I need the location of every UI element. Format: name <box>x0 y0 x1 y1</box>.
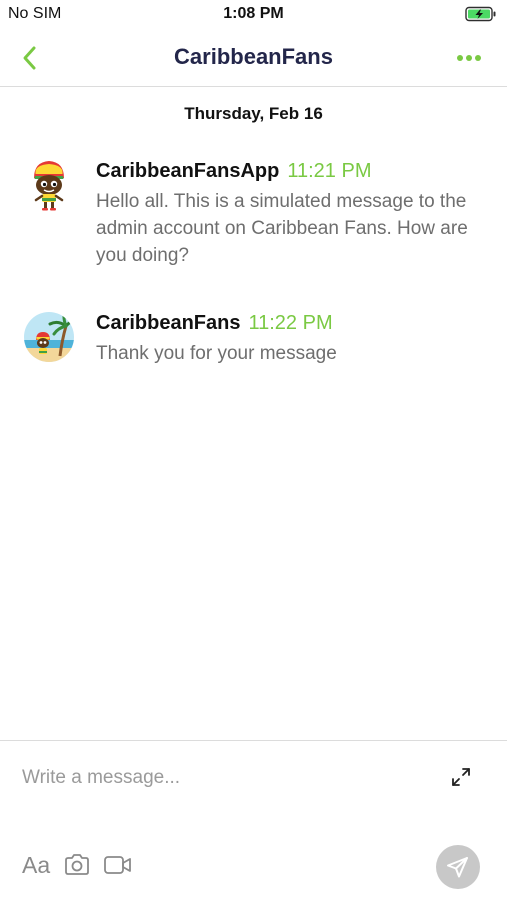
video-camera-icon <box>104 856 131 874</box>
message-timestamp: 11:21 PM <box>287 160 372 182</box>
clock-label: 1:08 PM <box>223 5 284 22</box>
date-divider: Thursday, Feb 16 <box>184 104 323 123</box>
rasta-character-avatar[interactable] <box>22 158 76 212</box>
message-input[interactable] <box>22 763 422 793</box>
message-body: CaribbeanFans 11:22 PM Thank you for your… <box>96 310 486 367</box>
more-options-button[interactable] <box>455 48 483 68</box>
video-button[interactable] <box>103 853 133 877</box>
message-text: Hello all. This is a simulated message t… <box>96 191 468 266</box>
message-text: Thank you for your message <box>96 343 337 364</box>
expand-composer-button[interactable] <box>450 766 472 788</box>
status-bar: No SIM 1:08 PM <box>0 0 507 30</box>
message-timestamp: 11:22 PM <box>248 312 333 334</box>
message-body: CaribbeanFansApp 11:21 PM Hello all. This… <box>96 158 486 269</box>
battery-charging-icon <box>465 6 496 22</box>
page-title: CaribbeanFans <box>174 44 333 69</box>
expand-arrows-icon <box>452 768 470 786</box>
message-header: CaribbeanFans 11:22 PM <box>96 310 486 336</box>
sender-name[interactable]: CaribbeanFansApp <box>96 160 279 182</box>
sender-name[interactable]: CaribbeanFans <box>96 312 240 334</box>
send-button[interactable] <box>436 845 480 889</box>
send-arrow-icon <box>447 857 468 878</box>
nav-bar: CaribbeanFans <box>0 30 507 87</box>
more-horizontal-icon <box>457 55 481 61</box>
message-header: CaribbeanFansApp 11:21 PM <box>96 158 486 184</box>
camera-icon <box>65 854 89 875</box>
message-composer: Aa <box>0 740 507 901</box>
camera-button[interactable] <box>63 852 91 878</box>
text-format-button[interactable]: Aa <box>22 851 50 879</box>
beach-palm-avatar[interactable] <box>22 310 76 364</box>
